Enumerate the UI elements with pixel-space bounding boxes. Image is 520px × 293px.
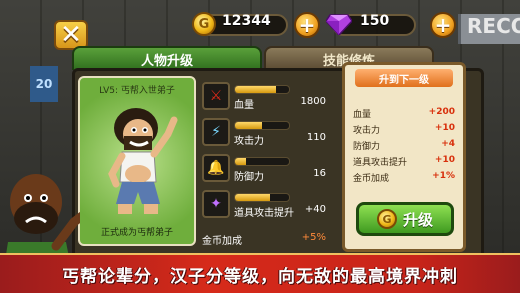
attack-bar — [234, 121, 290, 130]
bonus-row: 攻击力 +10 — [353, 123, 455, 136]
gold-bonus-value: +5% — [301, 232, 326, 243]
stat-label: 道具攻击提升 — [234, 208, 294, 219]
stat-row-attack: ⚡ 攻击力 110 — [202, 118, 326, 147]
stat-row-item-attack: ✦ 道具攻击提升 +40 — [202, 190, 326, 219]
stat-value: 1800 — [300, 96, 326, 107]
defense-bar — [234, 157, 290, 166]
character-card: LV5: 丐帮入世弟子 正式成为丐帮弟子 — [78, 76, 196, 246]
coin-icon: G — [192, 12, 216, 36]
defense-icon: 🔔 — [202, 154, 230, 182]
gem-amount: 150 — [360, 13, 390, 29]
gold-bonus-row: 金币加成 +5% — [202, 232, 326, 247]
stat-value: +40 — [304, 204, 326, 215]
upgrade-button[interactable]: G 升级 — [356, 202, 454, 236]
street-number-sign: 20 — [30, 66, 58, 102]
stat-label: 血量 — [234, 100, 254, 111]
hp-bar — [234, 85, 290, 94]
gold-bonus-label: 金币加成 — [202, 236, 242, 247]
tab-character-upgrade[interactable]: 人物升级 — [72, 46, 262, 70]
rank-description: 正式成为丐帮弟子 — [100, 228, 173, 238]
upgrade-button-label: 升级 — [402, 210, 433, 229]
promo-banner: 丐帮论辈分，汉子分等级，向无敌的最高境界冲刺 — [0, 253, 520, 293]
coin-amount: 12344 — [222, 13, 271, 29]
bonus-row: 金币加成 +1% — [353, 171, 455, 184]
next-level-header: 升到下一级 — [355, 69, 453, 87]
rank-title: LV5: 丐帮入世弟子 — [99, 86, 175, 96]
blood-icon: ⚔ — [202, 82, 230, 110]
stat-row-hp: ⚔ 血量 1800 — [202, 82, 326, 111]
attack-icon: ⚡ — [202, 118, 230, 146]
close-icon: ✕ — [60, 20, 82, 50]
bonus-row: 道具攻击提升 +10 — [353, 155, 455, 168]
item-attack-bar — [234, 193, 290, 202]
gem-icon — [326, 14, 352, 35]
banner-text: 丐帮论辈分，汉子分等级，向无敌的最高境界冲刺 — [62, 266, 458, 287]
coin-icon: G — [376, 209, 397, 229]
store-sign: RECO — [458, 14, 520, 44]
stat-label: 防御力 — [234, 172, 264, 183]
stat-label: 攻击力 — [234, 136, 264, 147]
stat-row-defense: 🔔 防御力 16 — [202, 154, 326, 183]
stat-value: 110 — [306, 132, 326, 143]
bonus-row: 血量 +200 — [353, 107, 455, 120]
item-attack-icon: ✦ — [202, 190, 230, 218]
bonus-row: 防御力 +4 — [353, 139, 455, 152]
beggar-character — [108, 108, 178, 214]
add-coins-button[interactable]: + — [294, 12, 320, 38]
stat-value: 16 — [313, 168, 326, 179]
add-gems-button[interactable]: + — [430, 12, 456, 38]
